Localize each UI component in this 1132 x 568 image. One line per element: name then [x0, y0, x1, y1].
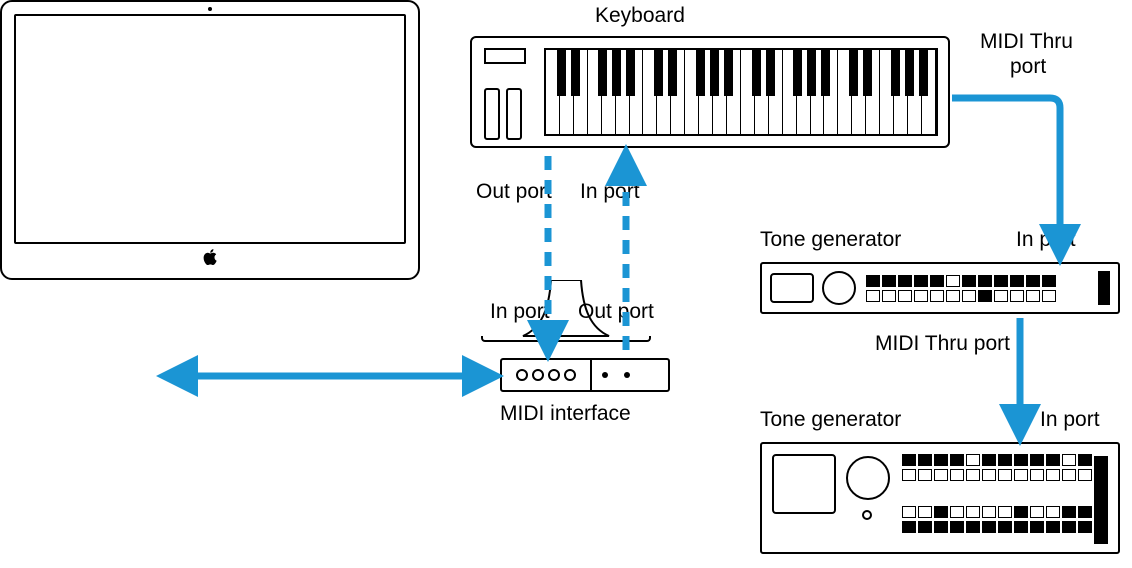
label-midi-thru-1b: port	[1010, 55, 1046, 79]
label-out-port-1: Out port	[476, 180, 552, 204]
label-tone-gen-2: Tone generator	[760, 408, 901, 432]
keyboard-device	[470, 36, 950, 148]
tone-generator-2-device	[760, 442, 1120, 554]
label-midi-interface: MIDI interface	[500, 402, 631, 426]
label-midi-thru-1a: MIDI Thru	[980, 30, 1073, 54]
label-in-port-1: In port	[580, 180, 640, 204]
apple-logo-icon	[203, 249, 217, 270]
piano-keys	[544, 48, 938, 136]
label-keyboard: Keyboard	[595, 4, 685, 28]
label-in-port-3: In port	[1016, 228, 1076, 252]
label-midi-thru-2: MIDI Thru port	[875, 332, 1010, 356]
computer-device	[0, 0, 420, 340]
label-tone-gen-1: Tone generator	[760, 228, 901, 252]
label-in-port-4: In port	[1040, 408, 1100, 432]
tone-generator-1-device	[760, 262, 1120, 314]
midi-interface-device	[500, 358, 670, 392]
